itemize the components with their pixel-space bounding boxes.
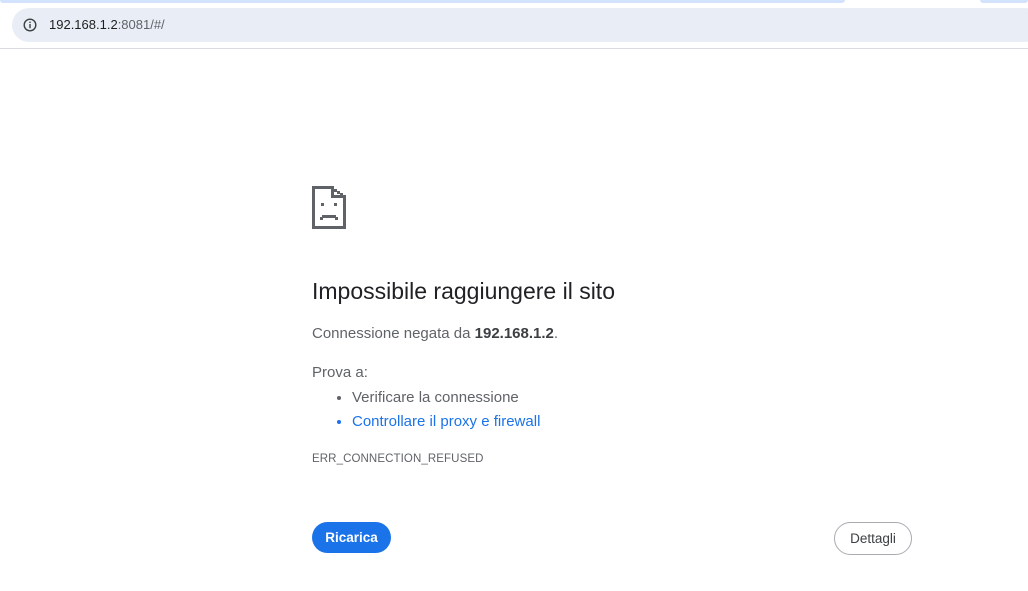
tab-strip-segment [0,0,845,3]
error-title: Impossibile raggiungere il sito [312,278,615,304]
description-host: 192.168.1.2 [474,325,554,342]
suggestion-check-proxy-firewall[interactable]: Controllare il proxy e firewall [352,410,540,434]
error-code: ERR_CONNECTION_REFUSED [312,453,484,465]
url-path: :8081/#/ [117,17,165,32]
details-button[interactable]: Dettagli [834,522,912,555]
try-label: Prova a: [312,364,368,381]
error-description: Connessione negata da 192.168.1.2. [312,325,558,342]
description-prefix: Connessione negata da [312,325,475,342]
suggestion-link[interactable]: Controllare il proxy e firewall [352,413,540,430]
info-icon[interactable] [23,18,37,32]
description-suffix: . [553,325,559,342]
suggestion-check-connection: Verificare la connessione [352,386,540,410]
suggestion-list: Verificare la connessione Controllare il… [312,386,540,434]
browser-toolbar: 192.168.1.2:8081/#/ [0,4,1028,49]
suggestion-text: Verificare la connessione [352,389,519,406]
url-text[interactable]: 192.168.1.2:8081/#/ [49,8,165,42]
url-host: 192.168.1.2 [49,17,118,32]
tab-strip-segment [980,0,1028,3]
sad-page-icon [312,186,346,229]
reload-button[interactable]: Ricarica [312,522,391,553]
address-bar[interactable]: 192.168.1.2:8081/#/ [12,8,1028,42]
